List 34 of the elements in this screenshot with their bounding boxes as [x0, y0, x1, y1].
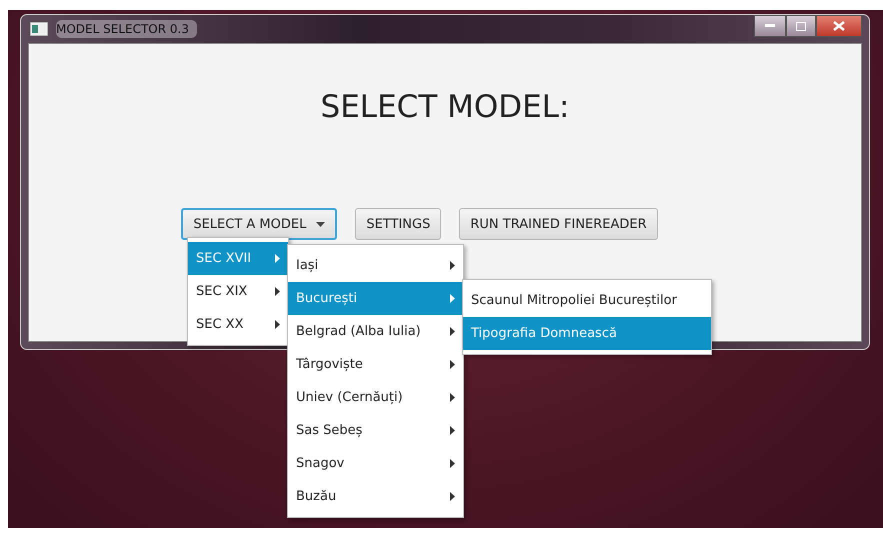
action-button[interactable]: RUN TRAINED FINEREADER	[459, 208, 658, 240]
submenu-arrow-icon	[450, 426, 455, 435]
submenu-arrow-icon	[450, 360, 455, 369]
menu-item[interactable]: Snagov	[288, 447, 463, 480]
maximize-icon	[796, 22, 806, 30]
menu-item[interactable]: SEC XX	[188, 308, 288, 341]
model-dropdown[interactable]: SELECT A MODEL	[181, 208, 338, 240]
maximize-button[interactable]	[786, 15, 816, 37]
submenu-arrow-icon	[275, 320, 280, 329]
submenu-arrow-icon	[450, 294, 455, 303]
submenu-arrow-icon	[275, 254, 280, 263]
menu-item[interactable]: Belgrad (Alba Iulia)	[288, 315, 463, 348]
submenu-arrow-icon	[275, 287, 280, 296]
submenu-arrow-icon	[450, 327, 455, 336]
submenu-arrow-icon	[450, 261, 455, 270]
action-button[interactable]: SETTINGS	[355, 208, 442, 240]
menu-item[interactable]: Scaunul Mitropoliei Bucureștilor	[463, 284, 711, 317]
submenu-arrow-icon	[450, 459, 455, 468]
menu-item[interactable]: Buzău	[288, 480, 463, 513]
window-title: MODEL SELECTOR 0.3	[56, 20, 197, 38]
menu-item[interactable]: Uniev (Cernăuți)	[288, 381, 463, 414]
app-icon	[30, 22, 48, 36]
menu-item[interactable]: Târgoviște	[288, 348, 463, 381]
minimize-icon	[765, 24, 775, 28]
close-button[interactable]	[816, 15, 862, 37]
heading: SELECT MODEL:	[320, 89, 570, 125]
submenu-arrow-icon	[450, 492, 455, 501]
menu-item[interactable]: SEC XIX	[188, 275, 288, 308]
minimize-button[interactable]	[754, 15, 786, 37]
menu-item[interactable]: Sas Sebeș	[288, 414, 463, 447]
close-icon	[833, 21, 845, 31]
submenu-arrow-icon	[450, 393, 455, 402]
caret-icon	[316, 222, 326, 226]
menu-item[interactable]: Iași	[288, 249, 463, 282]
